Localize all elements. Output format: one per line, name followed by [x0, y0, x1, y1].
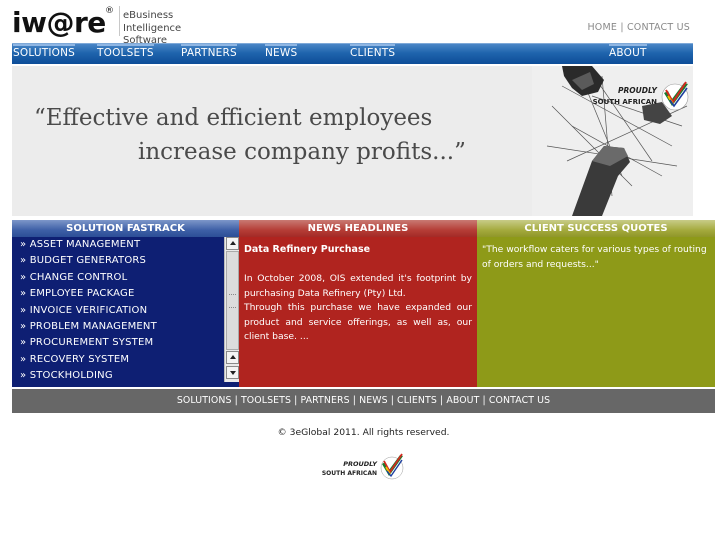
scroll-up-arrow-icon[interactable]	[226, 237, 239, 250]
solution-item-stockholding[interactable]: » STOCKHOLDING	[12, 368, 224, 384]
proudly-south-african-badge: PROUDLY SOUTH AFRICAN	[593, 81, 689, 111]
news-headlines-heading: NEWS HEADLINES	[239, 220, 477, 237]
nav-item-news[interactable]: NEWS	[265, 44, 298, 59]
solution-item-procurement-system[interactable]: » PROCUREMENT SYSTEM	[12, 335, 224, 351]
banner-quote-line1: “Effective and efficient employees	[34, 105, 433, 131]
news-body-paragraph-1: In October 2008, OIS extended it's footp…	[244, 273, 472, 299]
main-nav-bar: SOLUTIONS TOOLSETS PARTNERS NEWS CLIENTS…	[12, 43, 693, 64]
top-link-home[interactable]: HOME	[587, 22, 617, 33]
footer-links[interactable]: SOLUTIONS | TOOLSETS | PARTNERS | NEWS |…	[12, 389, 715, 413]
footer-badge-text-south-african: SOUTH AFRICAN	[322, 470, 377, 477]
proudly-south-african-footer-badge: PROUDLY SOUTH AFRICAN	[322, 453, 404, 480]
badge-text-south-african: SOUTH AFRICAN	[593, 98, 657, 106]
solution-item-change-control[interactable]: » CHANGE CONTROL	[12, 270, 224, 286]
top-links: HOME | CONTACT US	[587, 22, 690, 33]
solution-item-asset-management[interactable]: » ASSET MANAGEMENT	[12, 237, 224, 253]
news-headlines-panel: Data Refinery Purchase In October 2008, …	[239, 237, 477, 387]
logo-wordmark: iw@re	[12, 6, 106, 39]
scroll-up-arrow-icon-lower[interactable]	[226, 351, 239, 364]
solution-item-budget-generators[interactable]: » BUDGET GENERATORS	[12, 253, 224, 269]
top-link-contact-us[interactable]: CONTACT US	[627, 22, 690, 33]
solution-list-scrollbar[interactable]	[224, 237, 239, 382]
solution-item-problem-management[interactable]: » PROBLEM MANAGEMENT	[12, 319, 224, 335]
client-quotes-heading: CLIENT SUCCESS QUOTES	[477, 220, 715, 237]
client-quotes-panel: "The workflow caters for various types o…	[477, 237, 715, 387]
nav-item-partners[interactable]: PARTNERS	[181, 44, 237, 59]
news-item-body: In October 2008, OIS extended it's footp…	[244, 272, 472, 345]
solution-list[interactable]: » ASSET MANAGEMENT » BUDGET GENERATORS »…	[12, 237, 224, 385]
scroll-down-arrow-icon[interactable]	[226, 366, 239, 379]
scrollbar-grip	[229, 294, 236, 308]
news-body-paragraph-2: Through this purchase we have expanded o…	[244, 302, 472, 343]
news-item-title[interactable]: Data Refinery Purchase	[244, 244, 370, 255]
logo-divider	[119, 6, 120, 36]
copyright-text: © 3eGlobal 2011. All rights reserved.	[277, 427, 450, 438]
client-quote-text: "The workflow caters for various types o…	[482, 244, 707, 270]
solution-item-recovery-system[interactable]: » RECOVERY SYSTEM	[12, 352, 224, 368]
nav-item-toolsets[interactable]: TOOLSETS	[97, 44, 154, 59]
nav-item-clients[interactable]: CLIENTS	[350, 44, 396, 59]
banner-quote-line2: increase company profits...”	[138, 139, 466, 165]
iware-logo[interactable]: iw@re ® eBusiness Intelligence Software	[12, 6, 222, 46]
scrollbar-thumb[interactable]	[226, 251, 239, 350]
nav-item-about[interactable]: ABOUT	[609, 44, 647, 59]
logo-tagline-line1: eBusiness	[123, 10, 174, 21]
footer-badge-text-proudly: PROUDLY	[343, 460, 378, 468]
solution-item-invoice-verification[interactable]: » INVOICE VERIFICATION	[12, 303, 224, 319]
logo-registered-mark: ®	[105, 6, 114, 16]
top-link-separator: |	[617, 22, 627, 33]
hero-banner: “Effective and efficient employees incre…	[12, 66, 693, 216]
solution-fastrack-panel: » ASSET MANAGEMENT » BUDGET GENERATORS »…	[12, 237, 239, 387]
nav-item-solutions[interactable]: SOLUTIONS	[13, 44, 76, 59]
badge-text-proudly: PROUDLY	[618, 86, 659, 95]
solution-fastrack-heading: SOLUTION FASTRACK	[12, 220, 239, 237]
page: iw@re ® eBusiness Intelligence Software …	[0, 0, 727, 545]
solution-item-employee-package[interactable]: » EMPLOYEE PACKAGE	[12, 286, 224, 302]
